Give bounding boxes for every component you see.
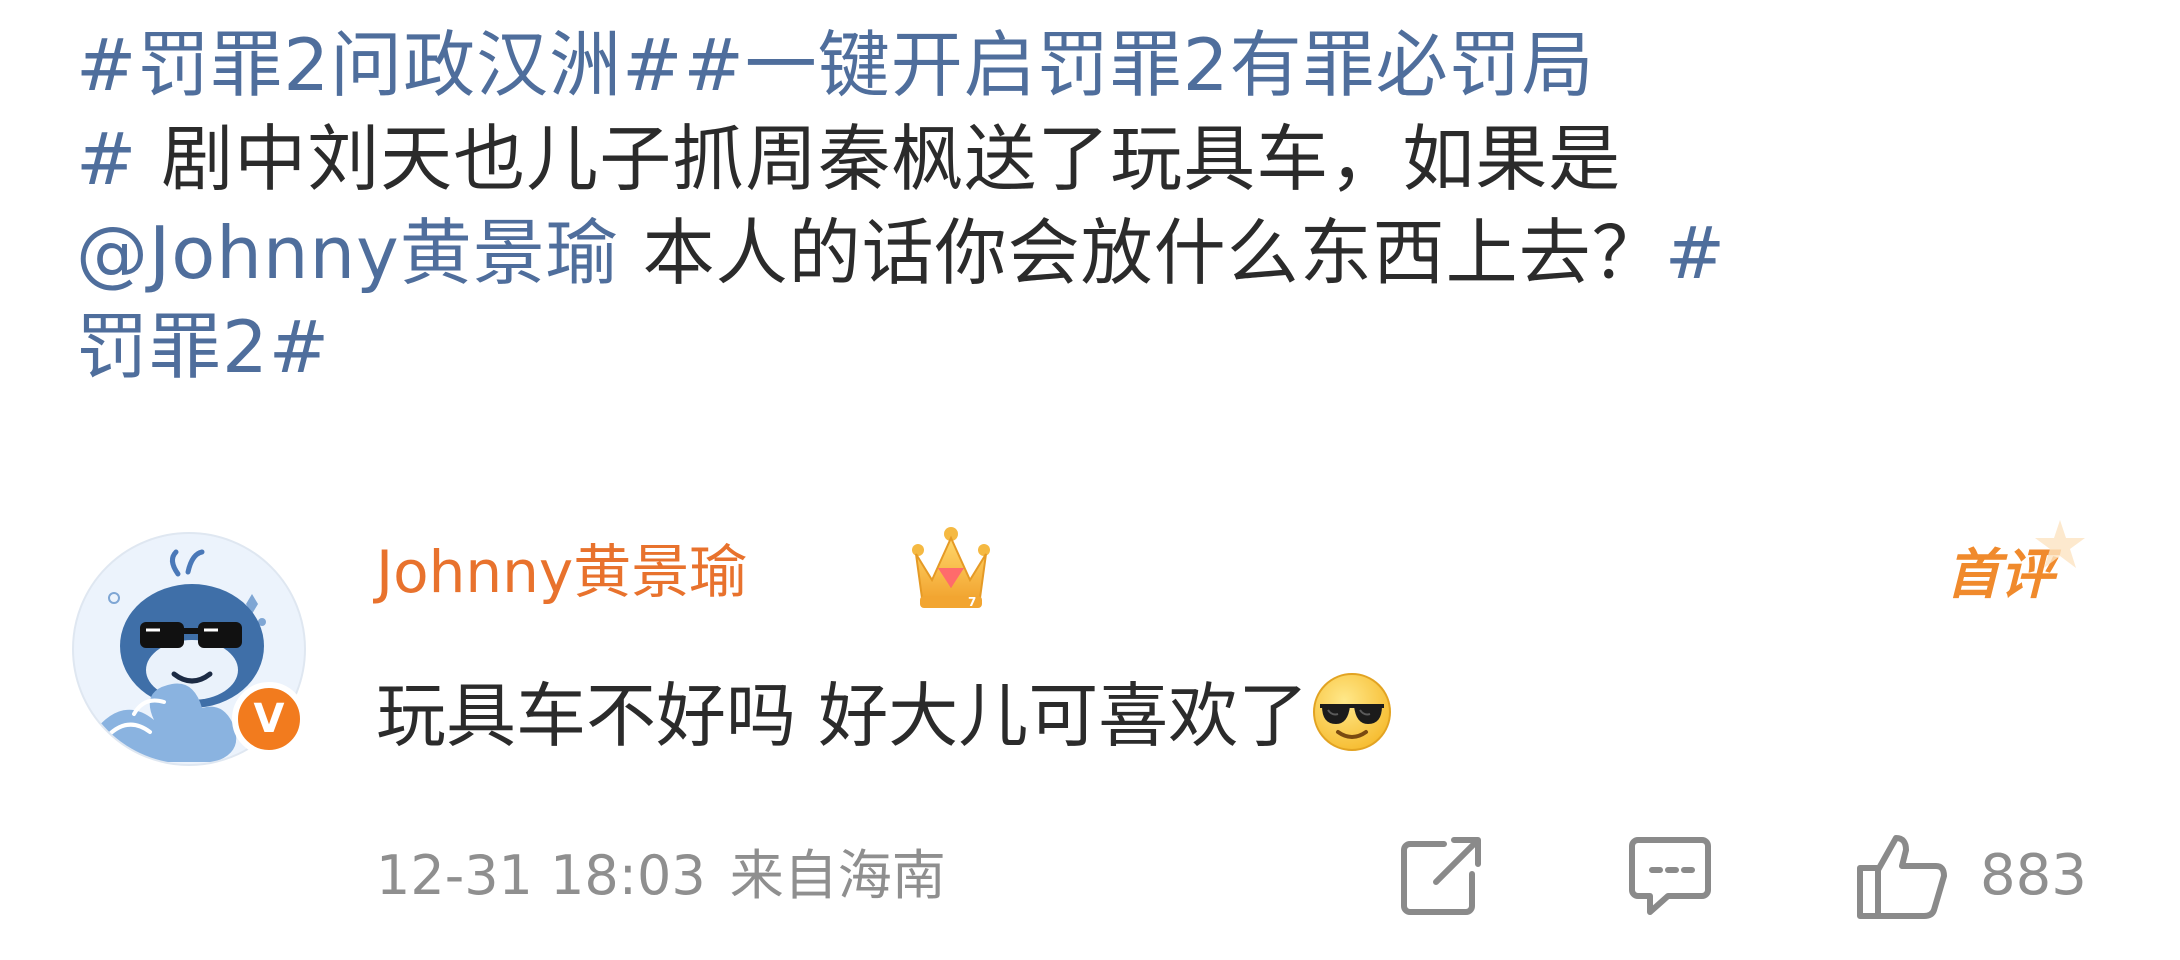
commenter-name[interactable]: Johnny黄景瑜 — [376, 532, 747, 612]
hashtag-link[interactable]: 罚罪2# — [76, 305, 330, 389]
mention-link[interactable]: @Johnny黄景瑜 — [76, 211, 619, 295]
post-body-text: 本人的话你会放什么东西上去？ — [618, 211, 1665, 295]
post-text: #罚罪2问政汉洲##一键开启罚罪2有罪必罚局 # 剧中刘天也儿子抓周秦枫送了玩具… — [76, 18, 2136, 394]
post-line-2: # 剧中刘天也儿子抓周秦枫送了玩具车，如果是 — [76, 112, 2136, 206]
hashtag-link[interactable]: # — [76, 117, 137, 201]
like-count: 883 — [1980, 843, 2087, 908]
sunglasses-emoji-icon — [1313, 673, 1392, 751]
location: 来自海南 — [729, 844, 946, 907]
hashtag-link[interactable]: #罚罪2问政汉洲##一键开启罚罪2有罪必罚局 — [76, 23, 1595, 107]
post-body-text: 剧中刘天也儿子抓周秦枫送了玩具车，如果是 — [137, 117, 1622, 201]
hashtag-link[interactable]: # — [1665, 211, 1726, 295]
comment-icon[interactable] — [1624, 830, 1716, 920]
crown-icon[interactable]: 7 — [908, 524, 994, 614]
comment-body: 玩具车不好吗 好大儿可喜欢了 — [376, 675, 1309, 757]
post-line-3: @Johnny黄景瑜 本人的话你会放什么东西上去？# — [76, 206, 2136, 300]
timestamp: 12-31 18:03 — [376, 844, 706, 907]
comment-text: 玩具车不好吗 好大儿可喜欢了 — [376, 670, 1394, 762]
star-icon — [2035, 520, 2085, 568]
like-icon[interactable] — [1852, 830, 1950, 920]
post-line-1: #罚罪2问政汉洲##一键开启罚罪2有罪必罚局 — [76, 18, 2136, 112]
svg-text:7: 7 — [968, 595, 976, 609]
share-icon[interactable] — [1396, 830, 1486, 920]
post-line-4: 罚罪2# — [76, 300, 2136, 394]
verified-badge: V — [232, 682, 306, 756]
comment-meta: 12-31 18:03 来自海南 — [376, 838, 946, 914]
